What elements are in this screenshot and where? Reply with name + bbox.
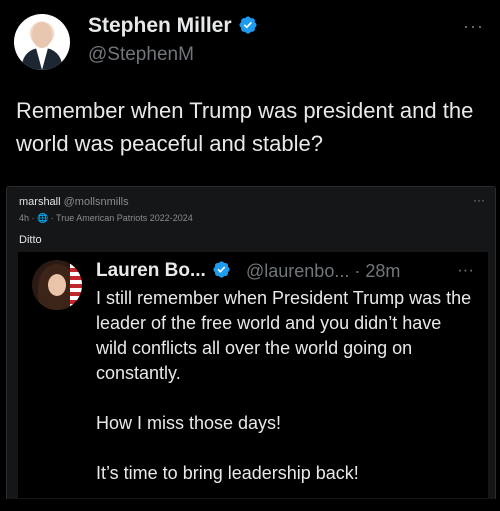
reshare-more-icon[interactable]: ··· <box>473 193 485 207</box>
inner-paragraph: How I miss those days! <box>96 413 282 433</box>
outer-avatar[interactable] <box>14 14 70 70</box>
inner-avatar[interactable] <box>32 260 82 310</box>
reshare-meta: 4h · 🌐 · True American Patriots 2022-202… <box>19 213 193 223</box>
outer-display-name[interactable]: Stephen Miller <box>88 14 258 41</box>
inner-tweet-text: I still remember when President Trump wa… <box>96 286 476 511</box>
inner-handle[interactable]: @laurenbo... · 28m <box>246 261 400 282</box>
verified-badge-icon <box>212 260 231 285</box>
outer-tweet-text: Remember when Trump was president and th… <box>16 98 474 156</box>
inner-tweet[interactable]: Lauren Bo... @laurenbo... · 28m ··· I st… <box>18 252 488 498</box>
verified-badge-icon <box>238 15 258 41</box>
outer-tweet: Stephen Miller @StephenM ··· Remember wh… <box>0 0 500 180</box>
reshare-user[interactable]: marshall @mollsnmills <box>19 196 129 208</box>
inner-paragraph: I still remember when President Trump wa… <box>96 288 472 383</box>
more-options-icon[interactable]: ··· <box>463 16 484 37</box>
inner-display-name[interactable]: Lauren Bo... <box>96 260 231 285</box>
reshare-body: Ditto <box>19 234 42 246</box>
inner-paragraph: It’s time to bring leadership back! <box>96 463 359 483</box>
reshare-name[interactable]: marshall <box>19 196 61 208</box>
reshare-handle[interactable]: @mollsnmills <box>64 196 129 208</box>
outer-handle[interactable]: @StephenM <box>88 44 194 66</box>
inner-more-icon[interactable]: ··· <box>457 260 474 280</box>
